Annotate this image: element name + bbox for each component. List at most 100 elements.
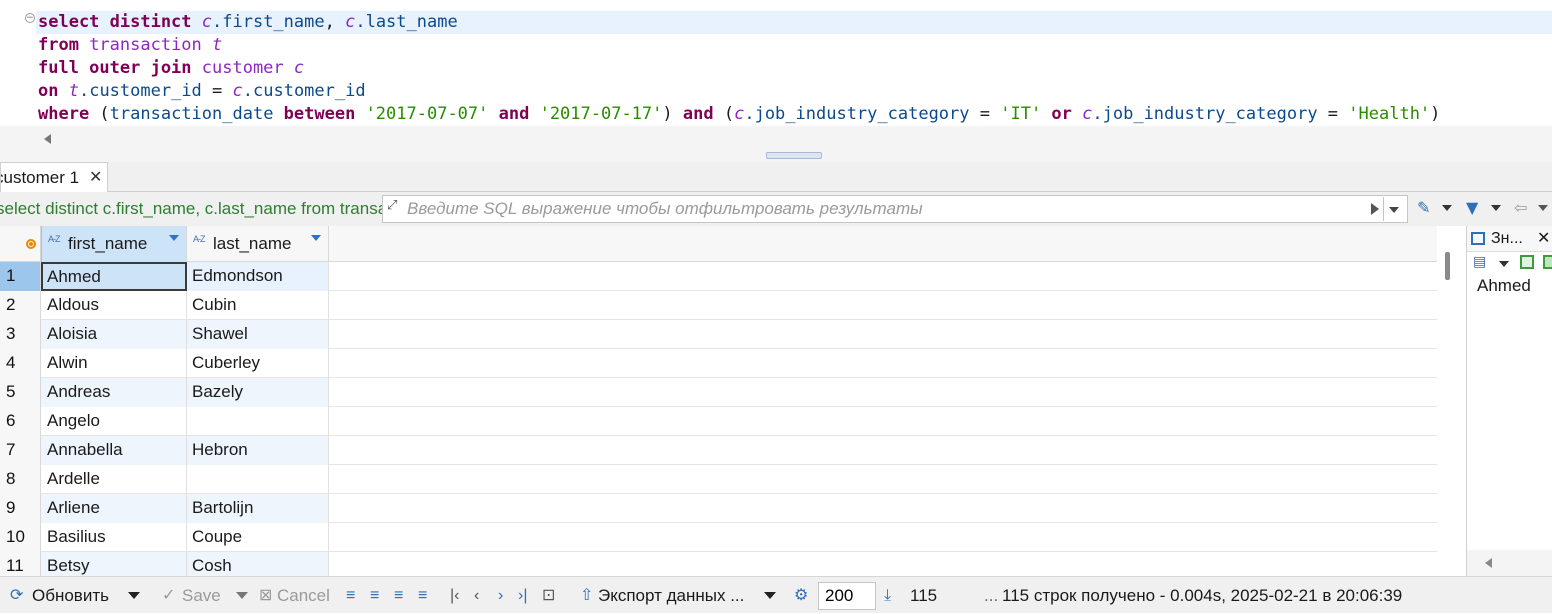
cancel-button[interactable]: Cancel [277, 577, 330, 614]
row-number[interactable]: 7 [0, 436, 41, 465]
row-number[interactable]: 6 [0, 407, 41, 436]
cell-first-name[interactable]: Aloisia [41, 320, 187, 349]
cell-last-name[interactable]: Coupe [187, 523, 329, 552]
splitter-grip-icon[interactable] [766, 152, 822, 159]
row-number[interactable]: 9 [0, 494, 41, 523]
cell-last-name[interactable]: Bazely [187, 378, 329, 407]
expand-editor-icon[interactable]: ⤢ [387, 199, 401, 213]
cell-first-name[interactable]: Betsy [41, 552, 187, 576]
save-button[interactable]: Save [182, 577, 221, 614]
table-row[interactable]: 3 Aloisia Shawel [0, 320, 1437, 349]
close-icon[interactable]: ✕ [1537, 226, 1550, 252]
cell-first-name[interactable]: Alwin [41, 349, 187, 378]
table-row[interactable]: 7 Annabella Hebron [0, 436, 1437, 465]
row-number[interactable]: 10 [0, 523, 41, 552]
cell-last-name[interactable]: Cubin [187, 291, 329, 320]
table-row[interactable]: 2 Aldous Cubin [0, 291, 1437, 320]
cell-last-name[interactable]: Hebron [187, 436, 329, 465]
first-page-icon[interactable]: |‹ [450, 577, 459, 614]
last-page-icon[interactable]: ›| [518, 577, 527, 614]
fetch-all-icon[interactable]: ⊡ [542, 577, 555, 614]
chevron-down-icon[interactable] [236, 592, 248, 599]
back-arrow-icon[interactable]: ⇦ [1514, 197, 1527, 219]
table-row[interactable]: 8 Ardelle [0, 465, 1437, 494]
row-number[interactable]: 11 [0, 552, 41, 576]
funnel-icon[interactable]: ▼ [1466, 197, 1478, 219]
row-number[interactable]: 1 [0, 262, 41, 291]
filter-input[interactable] [405, 196, 1365, 222]
row-number[interactable]: 4 [0, 349, 41, 378]
row-number[interactable]: 3 [0, 320, 41, 349]
cell-last-name[interactable]: Shawel [187, 320, 329, 349]
table-row[interactable]: 4 Alwin Cuberley [0, 349, 1437, 378]
filter-history-dropdown[interactable] [1383, 197, 1403, 221]
row-number[interactable]: 5 [0, 378, 41, 407]
table-row[interactable]: 5 Andreas Bazely [0, 378, 1437, 407]
refresh-button[interactable]: Обновить [32, 577, 109, 614]
next-page-icon[interactable]: › [498, 577, 503, 614]
sort-dropdown-icon[interactable] [169, 235, 179, 241]
add-row-icon[interactable]: ≡ [370, 577, 379, 614]
table-row[interactable]: 10 Basilius Coupe [0, 523, 1437, 552]
cell-first-name[interactable]: Aldous [41, 291, 187, 320]
code-line-2[interactable]: from transaction t [38, 34, 222, 57]
apply-filter-icon[interactable] [1371, 203, 1379, 215]
export-data-button[interactable]: Экспорт данных ... [598, 577, 744, 614]
fetch-size-input[interactable] [818, 582, 876, 610]
cell-last-name[interactable] [187, 465, 329, 494]
fold-toggle-icon[interactable]: − [25, 13, 35, 23]
save-to-file-icon[interactable] [1520, 255, 1534, 269]
cell-first-name[interactable]: Ahmed [41, 262, 187, 291]
table-row[interactable]: 6 Angelo [0, 407, 1437, 436]
editor-results-splitter[interactable] [0, 150, 1552, 162]
row-number[interactable]: 2 [0, 291, 41, 320]
cell-first-name[interactable]: Basilius [41, 523, 187, 552]
table-row[interactable]: 11 Betsy Cosh [0, 552, 1437, 576]
cell-last-name[interactable]: Bartolijn [187, 494, 329, 523]
load-from-file-icon[interactable] [1543, 255, 1552, 269]
eraser-icon[interactable]: ✎ [1417, 197, 1430, 219]
cell-first-name[interactable]: Angelo [41, 407, 187, 436]
refresh-icon[interactable]: ⟳ [10, 577, 23, 614]
value-panel-scrollbar[interactable] [1467, 550, 1552, 576]
sql-editor[interactable]: − select distinct c.first_name, c.last_n… [0, 0, 1552, 150]
chevron-down-icon[interactable] [1538, 205, 1548, 211]
close-icon[interactable]: ✕ [89, 163, 102, 192]
table-row[interactable]: 1 Ahmed Edmondson [0, 262, 1437, 291]
fetch-next-icon[interactable]: ⤓ [884, 577, 891, 614]
scrollbar-thumb[interactable] [1445, 252, 1450, 280]
value-panel-tab[interactable]: Зн... ✕ [1467, 226, 1552, 252]
code-line-1[interactable]: select distinct c.first_name, c.last_nam… [36, 11, 1552, 34]
editor-horizontal-scrollbar[interactable] [0, 126, 1552, 150]
export-icon[interactable]: ⇧ [580, 577, 593, 614]
code-line-5[interactable]: where (transaction_date between '2017-07… [38, 103, 1440, 126]
chevron-down-icon[interactable] [1442, 205, 1452, 211]
delete-row-icon[interactable]: ≡ [418, 577, 427, 614]
record-mode-icon[interactable] [26, 239, 36, 249]
results-grid[interactable]: A-Z first_name A-Z last_name 1 Ahmed Edmon… [0, 226, 1437, 576]
cell-last-name[interactable]: Cuberley [187, 349, 329, 378]
edit-row-icon[interactable]: ≡ [346, 577, 355, 614]
code-line-3[interactable]: full outer join customer c [38, 57, 304, 80]
row-number[interactable]: 8 [0, 465, 41, 494]
cell-value-text[interactable]: Ahmed [1477, 276, 1531, 296]
cell-first-name[interactable]: Arliene [41, 494, 187, 523]
status-menu-button[interactable]: ... [984, 577, 998, 614]
chevron-down-icon[interactable] [1499, 261, 1509, 267]
cell-last-name[interactable] [187, 407, 329, 436]
cell-first-name[interactable]: Ardelle [41, 465, 187, 494]
content-view-icon[interactable]: ▤ [1473, 254, 1486, 270]
table-row[interactable]: 9 Arliene Bartolijn [0, 494, 1437, 523]
copy-row-icon[interactable]: ≡ [394, 577, 403, 614]
column-header-last-name[interactable]: A-Z last_name [187, 226, 329, 262]
chevron-down-icon[interactable] [128, 592, 140, 599]
cell-first-name[interactable]: Annabella [41, 436, 187, 465]
code-line-4[interactable]: on t.customer_id = c.customer_id [38, 80, 366, 103]
prev-page-icon[interactable]: ‹ [474, 577, 479, 614]
grid-vertical-scrollbar[interactable] [1437, 226, 1457, 576]
gear-icon[interactable]: ⚙ [794, 577, 808, 614]
cell-last-name[interactable]: Cosh [187, 552, 329, 576]
chevron-down-icon[interactable] [1491, 205, 1501, 211]
scroll-left-icon[interactable] [44, 134, 51, 144]
tab-customer-1[interactable]: customer 1 ✕ [0, 162, 108, 192]
